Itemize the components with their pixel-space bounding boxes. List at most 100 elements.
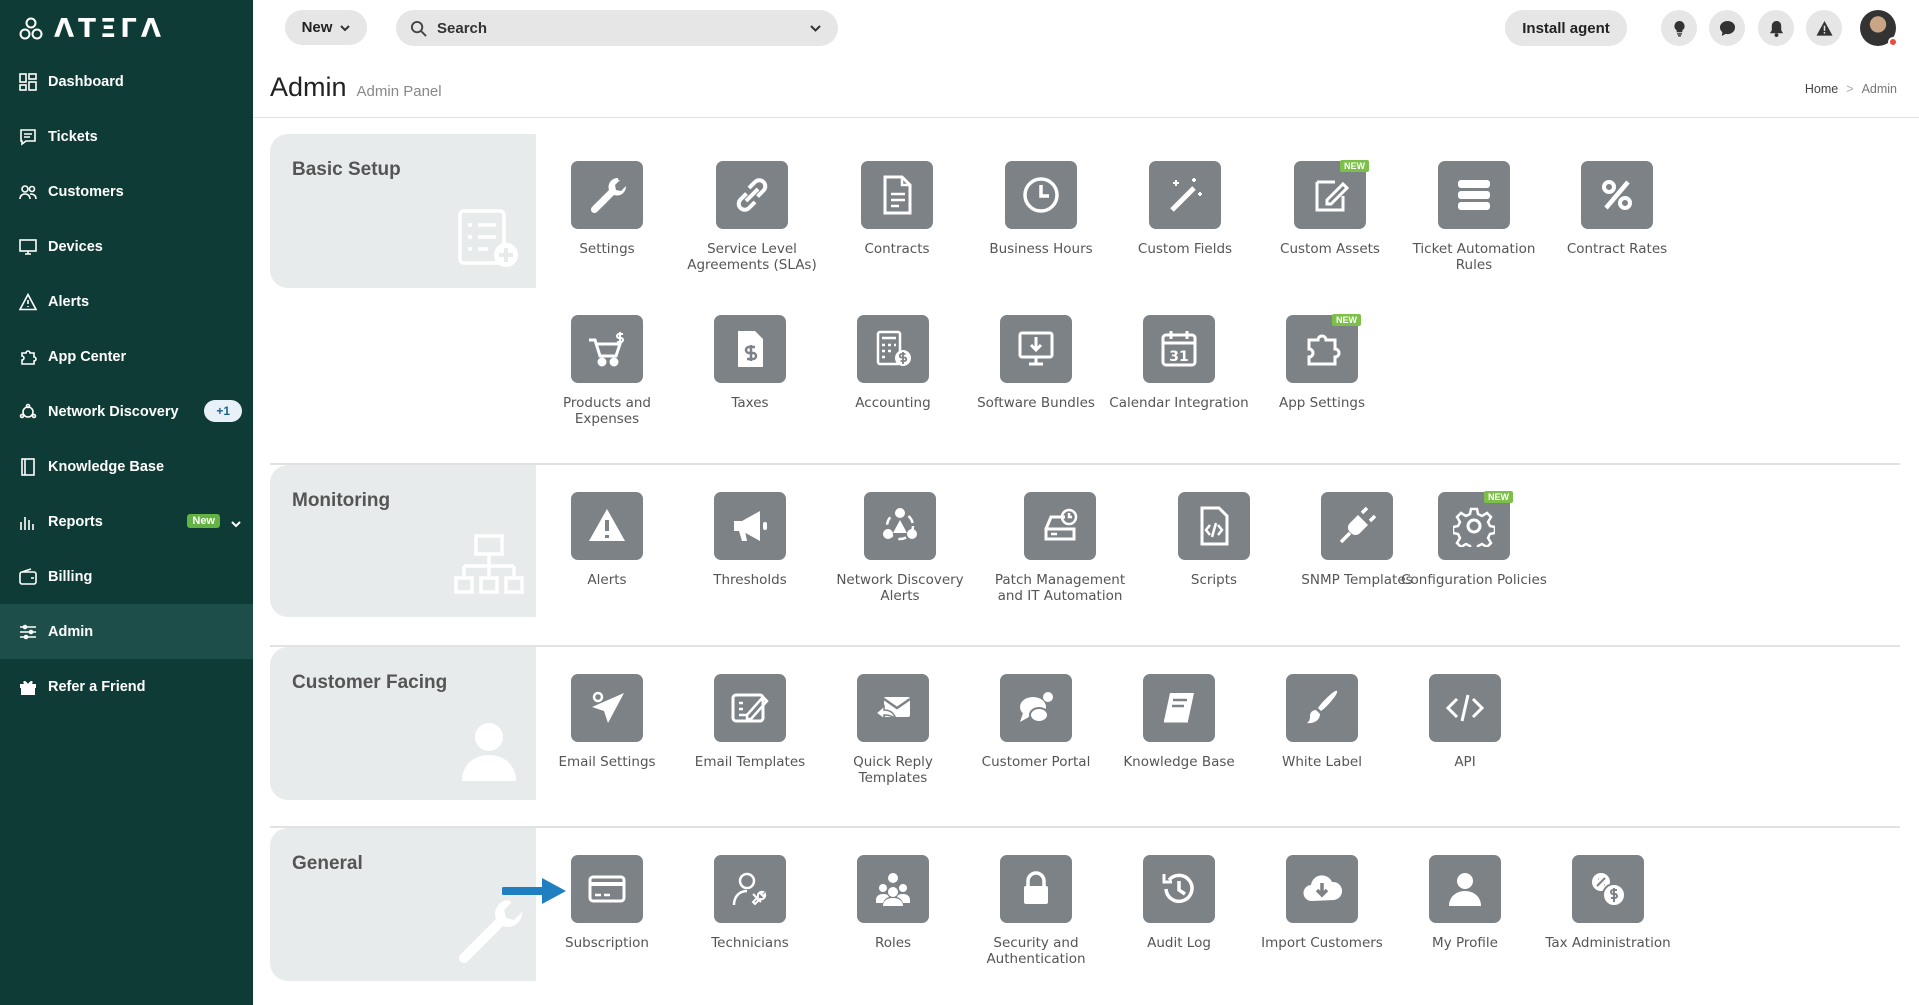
chart-icon bbox=[18, 512, 38, 532]
sidebar-item-tickets[interactable]: Tickets bbox=[0, 109, 253, 164]
tile-calendar-integration[interactable]: 31 Calendar Integration bbox=[1104, 315, 1254, 411]
chevron-down-icon bbox=[340, 24, 351, 31]
drive-clock-icon bbox=[1024, 492, 1096, 560]
tile-label: Alerts bbox=[587, 572, 627, 588]
link-icon bbox=[716, 161, 788, 229]
lightbulb-button[interactable] bbox=[1661, 10, 1697, 46]
network-alert-icon bbox=[864, 492, 936, 560]
clock-icon bbox=[1005, 161, 1077, 229]
tile-accounting[interactable]: Accounting bbox=[818, 315, 968, 411]
section-panel: General bbox=[270, 828, 536, 981]
tile-settings[interactable]: Settings bbox=[532, 161, 682, 257]
tile-audit-log[interactable]: Audit Log bbox=[1104, 855, 1254, 951]
tile-patch-management[interactable]: Patch Management and IT Automation bbox=[985, 492, 1135, 604]
tile-products-and-expenses[interactable]: Products and Expenses bbox=[532, 315, 682, 427]
tile-alerts[interactable]: Alerts bbox=[532, 492, 682, 588]
tile-knowledge-base[interactable]: Knowledge Base bbox=[1104, 674, 1254, 770]
page-header: Admin Admin Panel bbox=[270, 72, 442, 103]
tile-label: Knowledge Base bbox=[1123, 754, 1235, 770]
tile-thresholds[interactable]: Thresholds bbox=[675, 492, 825, 588]
alerts-button[interactable] bbox=[1806, 10, 1842, 46]
tile-label: Quick Reply Templates bbox=[853, 754, 933, 786]
tile-email-settings[interactable]: Email Settings bbox=[532, 674, 682, 770]
tile-custom-fields[interactable]: Custom Fields bbox=[1110, 161, 1260, 257]
tile-label: Security and Authentication bbox=[986, 935, 1086, 967]
contract-icon bbox=[861, 161, 933, 229]
tile-scripts[interactable]: Scripts bbox=[1139, 492, 1289, 588]
chevron-down-icon[interactable] bbox=[809, 22, 822, 35]
tile-technicians[interactable]: Technicians bbox=[675, 855, 825, 951]
sidebar-item-label: Reports bbox=[48, 513, 103, 530]
technician-icon bbox=[714, 855, 786, 923]
search-icon bbox=[410, 20, 427, 37]
tile-label: Products and Expenses bbox=[563, 395, 651, 427]
tile-configuration-policies[interactable]: NEW Configuration Policies bbox=[1399, 491, 1549, 588]
tile-contracts[interactable]: Contracts bbox=[822, 161, 972, 257]
tile-customer-portal[interactable]: Customer Portal bbox=[961, 674, 1111, 770]
sidebar-item-billing[interactable]: Billing bbox=[0, 549, 253, 604]
new-button[interactable]: New bbox=[285, 10, 367, 45]
breadcrumb: Home > Admin bbox=[1805, 82, 1897, 96]
warning-icon bbox=[1815, 20, 1833, 36]
sidebar-item-alerts[interactable]: Alerts bbox=[0, 274, 253, 329]
tile-custom-assets[interactable]: NEW Custom Assets bbox=[1255, 160, 1405, 257]
chevron-down-icon[interactable] bbox=[231, 517, 241, 528]
notifications-button[interactable] bbox=[1758, 10, 1794, 46]
wrench-icon bbox=[571, 161, 643, 229]
sidebar-item-reports[interactable]: Reports New bbox=[0, 494, 253, 549]
tile-import-customers[interactable]: Import Customers bbox=[1247, 855, 1397, 951]
tile-white-label[interactable]: White Label bbox=[1247, 674, 1397, 770]
tile-quick-reply-templates[interactable]: Quick Reply Templates bbox=[818, 674, 968, 786]
tile-tax-administration[interactable]: Tax Administration bbox=[1533, 855, 1683, 951]
tile-business-hours[interactable]: Business Hours bbox=[966, 161, 1116, 257]
sidebar-item-devices[interactable]: Devices bbox=[0, 219, 253, 274]
sidebar-item-knowledge-base[interactable]: Knowledge Base bbox=[0, 439, 253, 494]
tile-api[interactable]: API bbox=[1390, 674, 1540, 770]
chat-button[interactable] bbox=[1709, 10, 1745, 46]
book-icon bbox=[1143, 674, 1215, 742]
sidebar-item-admin[interactable]: Admin bbox=[0, 604, 253, 659]
tile-security-and-authentication[interactable]: Security and Authentication bbox=[961, 855, 1111, 967]
tile-email-templates[interactable]: Email Templates bbox=[675, 674, 825, 770]
tile-label: Accounting bbox=[855, 395, 931, 411]
sidebar-item-dashboard[interactable]: Dashboard bbox=[0, 54, 253, 109]
tile-label: Service Level Agreements (SLAs) bbox=[687, 241, 817, 273]
sidebar-item-label: Dashboard bbox=[48, 73, 124, 90]
avatar[interactable] bbox=[1860, 10, 1898, 47]
network-discovery-count-badge: +1 bbox=[204, 400, 242, 422]
tile-label: Subscription bbox=[565, 935, 649, 951]
new-badge: NEW bbox=[1484, 491, 1513, 503]
paper-plane-gear-icon bbox=[571, 674, 643, 742]
sidebar-item-network-discovery[interactable]: Network Discovery +1 bbox=[0, 384, 253, 439]
tile-slas[interactable]: Service Level Agreements (SLAs) bbox=[677, 161, 827, 273]
form-add-icon bbox=[454, 203, 524, 278]
network-hierarchy-icon bbox=[454, 532, 524, 607]
app-logo[interactable]: ΛTΞΓΛ bbox=[18, 14, 165, 44]
tile-taxes[interactable]: Taxes bbox=[675, 315, 825, 411]
tile-label: Business Hours bbox=[989, 241, 1093, 257]
tile-software-bundles[interactable]: Software Bundles bbox=[961, 315, 1111, 411]
cloud-download-icon bbox=[1286, 855, 1358, 923]
group-icon bbox=[857, 855, 929, 923]
sidebar-item-app-center[interactable]: App Center bbox=[0, 329, 253, 384]
tile-my-profile[interactable]: My Profile bbox=[1390, 855, 1540, 951]
tile-label: My Profile bbox=[1432, 935, 1498, 951]
install-agent-button[interactable]: Install agent bbox=[1505, 10, 1627, 46]
warning-icon bbox=[18, 292, 38, 312]
tile-ticket-automation-rules[interactable]: Ticket Automation Rules bbox=[1399, 161, 1549, 273]
sidebar-item-refer-a-friend[interactable]: Refer a Friend bbox=[0, 659, 253, 714]
search-input[interactable]: Search bbox=[396, 10, 838, 46]
template-edit-icon bbox=[714, 674, 786, 742]
chat-gear-icon bbox=[1000, 674, 1072, 742]
new-button-label: New bbox=[301, 19, 333, 36]
tile-roles[interactable]: Roles bbox=[818, 855, 968, 951]
sidebar-item-customers[interactable]: Customers bbox=[0, 164, 253, 219]
breadcrumb-home[interactable]: Home bbox=[1805, 82, 1838, 96]
tile-network-discovery-alerts[interactable]: Network Discovery Alerts bbox=[825, 492, 975, 604]
users-icon bbox=[18, 182, 38, 202]
reply-mail-icon bbox=[857, 674, 929, 742]
tile-label: Contract Rates bbox=[1566, 241, 1668, 257]
tile-app-settings[interactable]: NEW App Settings bbox=[1247, 314, 1397, 411]
tile-contract-rates[interactable]: Contract Rates bbox=[1542, 161, 1692, 257]
tile-label: Settings bbox=[579, 241, 635, 257]
